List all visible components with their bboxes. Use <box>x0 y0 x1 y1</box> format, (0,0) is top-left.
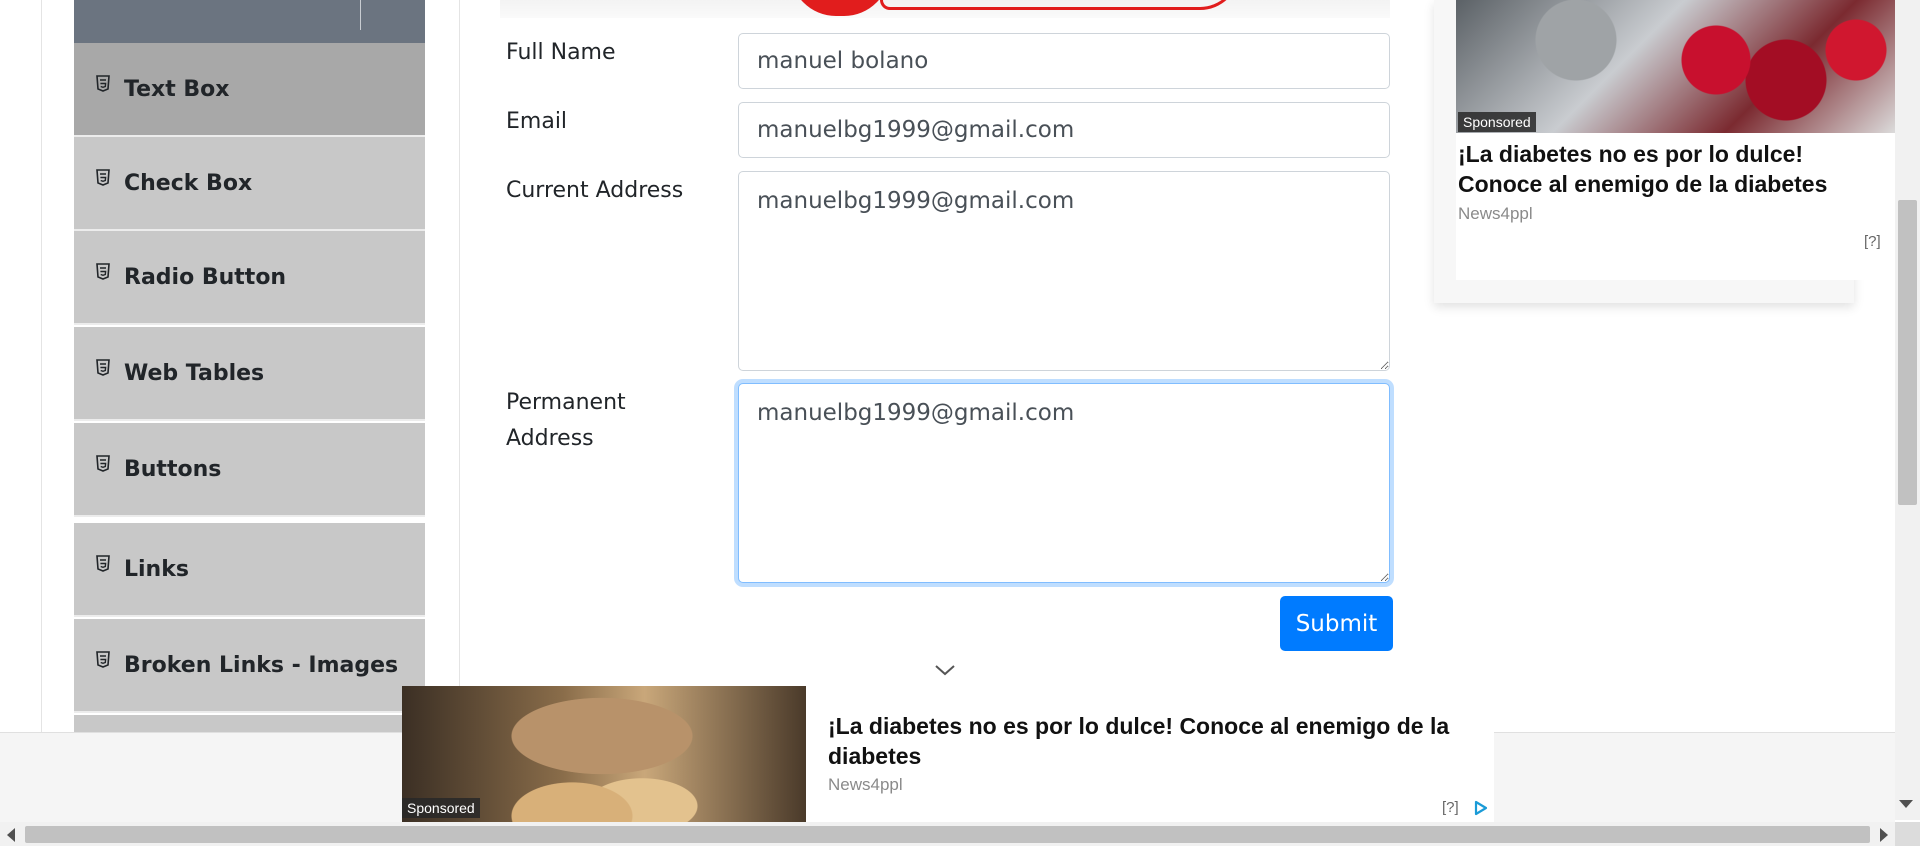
scrollbar-corner <box>1895 822 1920 846</box>
html5-icon <box>96 75 110 92</box>
sidebar-item-broken-links-images[interactable]: Broken Links - Images <box>74 619 425 713</box>
bottom-ad-title-line2: diabetes <box>828 743 922 769</box>
sidebar-item-next[interactable] <box>74 715 425 732</box>
sponsored-ad-card[interactable]: Sponsored ¡La diabetes no es por lo dulc… <box>1434 0 1896 303</box>
sidebar-item-label: Radio Button <box>124 264 287 290</box>
email-input[interactable] <box>738 102 1390 158</box>
horizontal-scrollbar-thumb[interactable] <box>25 826 1870 843</box>
submit-button[interactable]: Submit <box>1280 596 1393 651</box>
chevron-down-icon[interactable] <box>934 662 956 678</box>
vertical-scrollbar-thumb[interactable] <box>1898 200 1917 505</box>
sidebar-item-buttons[interactable]: Buttons <box>74 423 425 517</box>
sidebar-item-label: Web Tables <box>124 360 265 386</box>
html5-icon <box>96 651 110 668</box>
html5-icon <box>96 169 110 186</box>
current-address-textarea[interactable]: manuelbg1999@gmail.com <box>738 171 1390 371</box>
sidebar-item-label: Broken Links - Images <box>124 652 399 678</box>
bottom-sponsored-ad[interactable]: Sponsored ¡La diabetes no es por lo dulc… <box>402 686 1494 822</box>
ad-source[interactable]: News4ppl <box>1458 204 1533 224</box>
sidebar-item-links[interactable]: Links <box>74 523 425 617</box>
bottom-ad-title-line1: ¡La diabetes no es por lo dulce! Conoce … <box>828 713 1450 739</box>
permanent-address-label: Permanent Address <box>506 385 626 457</box>
html5-icon <box>96 359 110 376</box>
left-gutter-divider <box>41 0 42 732</box>
scroll-left-arrow-icon[interactable] <box>7 828 15 842</box>
sidebar-item-label: Links <box>124 556 189 582</box>
permanent-address-label-line2: Address <box>506 426 594 451</box>
bottom-ad-title[interactable]: ¡La diabetes no es por lo dulce! Conoce … <box>828 711 1449 771</box>
ad-help-link[interactable]: [?] <box>1864 233 1881 250</box>
current-address-label: Current Address <box>506 178 684 203</box>
sidebar-group-header[interactable] <box>74 0 425 43</box>
permanent-address-label-line1: Permanent <box>506 390 626 415</box>
permanent-address-textarea[interactable]: manuelbg1999@gmail.com <box>738 383 1390 583</box>
scroll-down-arrow-icon[interactable] <box>1899 800 1913 808</box>
sponsored-badge: Sponsored <box>1458 112 1536 132</box>
sidebar-item-web-tables[interactable]: Web Tables <box>74 327 425 421</box>
sidebar-item-label: Check Box <box>124 170 253 196</box>
bottom-ad-source[interactable]: News4ppl <box>828 775 903 795</box>
ad-title-line2: Conoce al enemigo de la diabetes <box>1458 171 1828 197</box>
html5-icon <box>96 455 110 472</box>
sidebar-header-divider <box>360 0 361 30</box>
sidebar-item-label: Text Box <box>124 76 230 102</box>
html5-icon <box>96 555 110 572</box>
sidebar-item-label: Buttons <box>124 456 222 482</box>
scroll-right-arrow-icon[interactable] <box>1880 828 1888 842</box>
sidebar-item-text-box[interactable]: Text Box <box>74 43 425 137</box>
email-label: Email <box>506 109 568 134</box>
sidebar-item-radio-button[interactable]: Radio Button <box>74 231 425 325</box>
sidebar-right-divider <box>459 0 460 732</box>
ad-title[interactable]: ¡La diabetes no es por lo dulce! Conoce … <box>1458 139 1827 199</box>
full-name-input[interactable] <box>738 33 1390 89</box>
sidebar: Text Box Check Box Radio Button Web Tabl… <box>74 0 425 732</box>
bottom-ad-help-link[interactable]: [?] <box>1442 799 1459 816</box>
sidebar-item-check-box[interactable]: Check Box <box>74 137 425 231</box>
adchoices-icon[interactable] <box>1474 800 1488 816</box>
html5-icon <box>96 263 110 280</box>
banner-red-outline <box>880 0 1240 10</box>
ad-title-line1: ¡La diabetes no es por lo dulce! <box>1458 141 1804 167</box>
ad-card-content: Sponsored ¡La diabetes no es por lo dulc… <box>1456 0 1896 280</box>
sponsored-badge: Sponsored <box>402 798 480 818</box>
full-name-label: Full Name <box>506 40 616 65</box>
